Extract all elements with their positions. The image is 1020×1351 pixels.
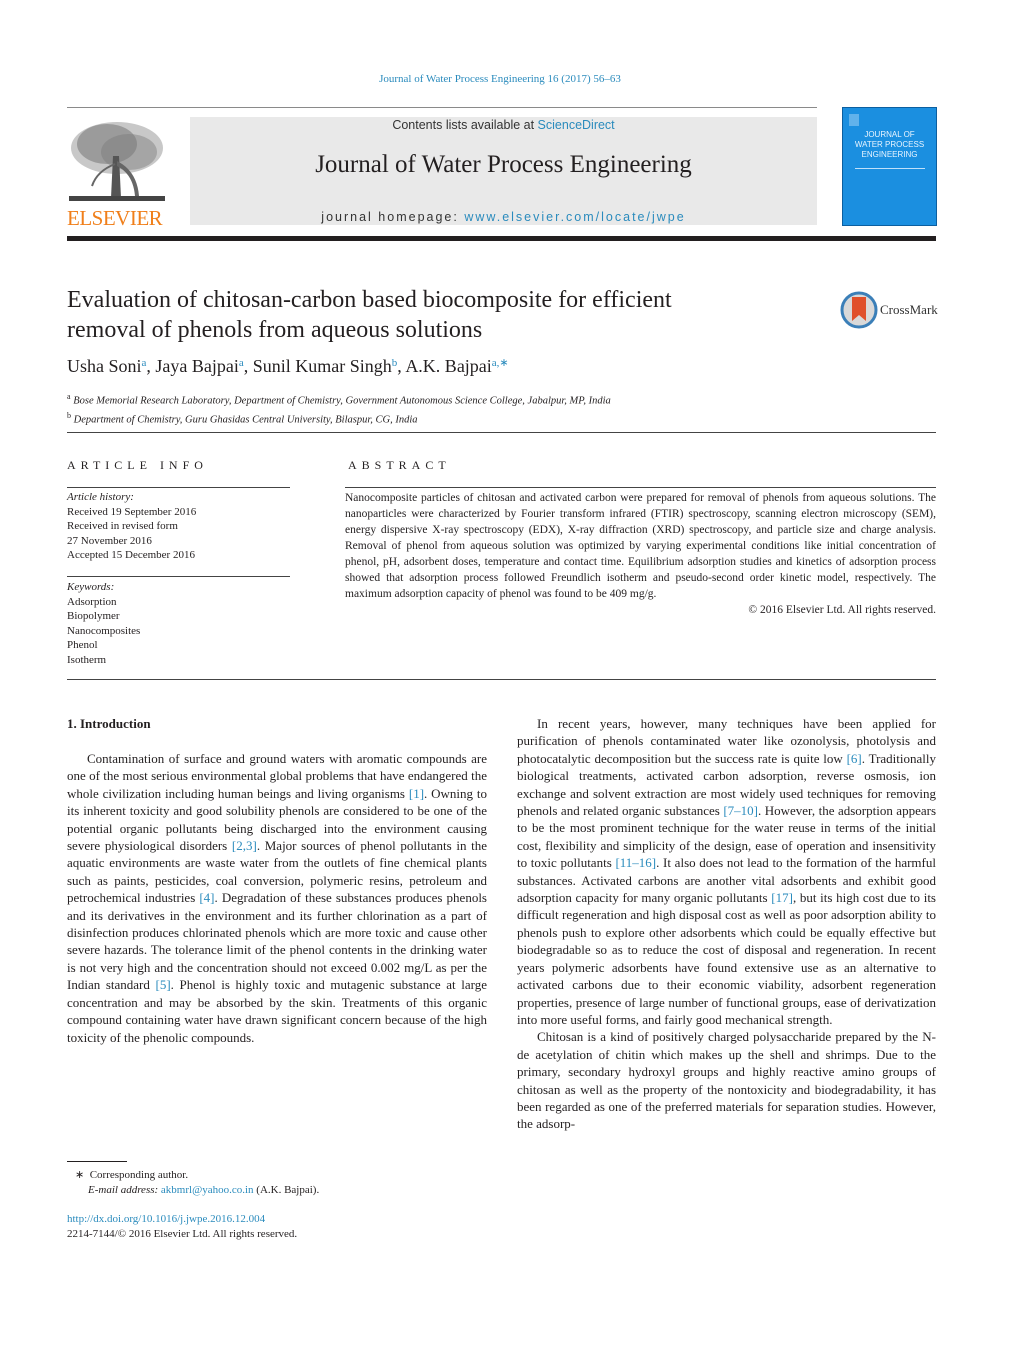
section-heading-introduction: 1. Introduction [67, 716, 151, 731]
sciencedirect-link[interactable]: ScienceDirect [538, 118, 615, 132]
article-info-heading: ARTICLE INFO [67, 458, 208, 472]
abstract-copyright: © 2016 Elsevier Ltd. All rights reserved… [748, 604, 936, 616]
header-rule [67, 107, 817, 108]
issn-line: 2214-7144/© 2016 Elsevier Ltd. All right… [67, 1227, 298, 1240]
author[interactable]: Jaya Bajpaia [155, 356, 243, 376]
cover-line-3: ENGINEERING [861, 150, 918, 159]
paragraph-text: Chitosan is a kind of positively charged… [517, 1029, 936, 1132]
footnote-rule [67, 1161, 127, 1162]
elsevier-wordmark: ELSEVIER [67, 206, 163, 230]
contents-prefix: Contents lists available at [392, 118, 538, 132]
citation-link[interactable]: [5] [155, 977, 170, 992]
history-heading: Article history: [67, 491, 134, 503]
abstract-rule [345, 487, 936, 488]
body-column-right: In recent years, however, many technique… [517, 715, 936, 1133]
paragraph: Contamination of surface and ground wate… [67, 750, 487, 1046]
author[interactable]: Usha Sonia [67, 356, 146, 376]
corresponding-author-footnote: ∗ Corresponding author. E-mail address: … [75, 1169, 320, 1196]
journal-title: Journal of Water Process Engineering [315, 151, 692, 178]
history-item: 27 November 2016 [67, 534, 152, 547]
header-thick-rule [67, 236, 936, 241]
history-item: Received 19 September 2016 [67, 505, 197, 518]
citation-link[interactable]: [1] [409, 786, 424, 801]
paragraph: Chitosan is a kind of positively charged… [517, 1028, 936, 1132]
citation-link[interactable]: [7–10] [723, 803, 758, 818]
article-title: Evaluation of chitosan-carbon based bioc… [67, 285, 807, 345]
article-history: Article history: Received 19 September 2… [67, 490, 196, 563]
citation-link[interactable]: [6] [847, 751, 862, 766]
citation-link[interactable]: [17] [771, 890, 793, 905]
title-line-1: Evaluation of chitosan-carbon based bioc… [67, 287, 672, 313]
homepage-prefix: journal homepage: [321, 210, 465, 224]
title-line-2: removal of phenols from aqueous solution… [67, 317, 483, 343]
email-link[interactable]: akbmrl@yahoo.co.in [161, 1184, 254, 1196]
keyword: Biopolymer [67, 610, 120, 622]
journal-citation[interactable]: Journal of Water Process Engineering 16 … [0, 73, 1000, 85]
paragraph-text: , but its high cost due to its difficult… [517, 890, 936, 1027]
doi-link[interactable]: http://dx.doi.org/10.1016/j.jwpe.2016.12… [67, 1212, 297, 1227]
keyword: Phenol [67, 639, 98, 651]
affiliation: b Department of Chemistry, Guru Ghasidas… [67, 410, 418, 426]
cover-line-1: JOURNAL OF [864, 130, 915, 139]
affiliations: a Bose Memorial Research Laboratory, Dep… [67, 390, 611, 427]
affiliation: a Bose Memorial Research Laboratory, Dep… [67, 392, 611, 407]
crossmark-button[interactable]: CrossMark [840, 291, 940, 331]
journal-cover-image[interactable]: JOURNAL OF WATER PROCESS ENGINEERING [842, 107, 937, 226]
abstract-heading: ABSTRACT [348, 458, 451, 472]
info-rule [67, 576, 290, 577]
body-column-left: Contamination of surface and ground wate… [67, 750, 487, 1046]
keyword: Isotherm [67, 653, 107, 666]
crossmark-icon [840, 291, 878, 329]
author[interactable]: A.K. Bajpaia,∗ [405, 356, 508, 376]
keywords-heading: Keywords: [67, 581, 115, 593]
citation-link[interactable]: [4] [199, 890, 214, 905]
cover-line-2: WATER PROCESS [854, 140, 925, 149]
citation-link[interactable]: [11–16] [615, 855, 656, 870]
history-item: Accepted 15 December 2016 [67, 549, 195, 561]
cover-rule [855, 168, 925, 169]
email-label: E-mail address: [88, 1183, 159, 1196]
contents-line: Contents lists available at ScienceDirec… [190, 118, 817, 132]
abstract-body: Nanocomposite particles of chitosan and … [345, 490, 936, 618]
citation-link[interactable]: [2,3] [232, 838, 257, 853]
cover-logo-icon [849, 114, 859, 126]
abstract-text: Nanocomposite particles of chitosan and … [345, 492, 936, 600]
info-rule [67, 487, 290, 488]
history-item: Received in revised form [67, 520, 178, 532]
paragraph: In recent years, however, many technique… [517, 715, 936, 1028]
doi-block: http://dx.doi.org/10.1016/j.jwpe.2016.12… [67, 1212, 297, 1241]
homepage-link[interactable]: www.elsevier.com/locate/jwpe [464, 210, 685, 224]
section-rule [67, 432, 936, 433]
author-list: Usha Sonia, Jaya Bajpaia, Sunil Kumar Si… [67, 356, 509, 376]
keywords: Keywords: Adsorption Biopolymer Nanocomp… [67, 580, 140, 667]
keyword: Nanocomposites [67, 624, 141, 637]
author[interactable]: Sunil Kumar Singhb [253, 356, 398, 376]
homepage-line: journal homepage: www.elsevier.com/locat… [190, 210, 817, 224]
crossmark-label: CrossMark [880, 302, 938, 317]
keyword: Adsorption [67, 595, 117, 608]
section-rule [67, 679, 936, 680]
